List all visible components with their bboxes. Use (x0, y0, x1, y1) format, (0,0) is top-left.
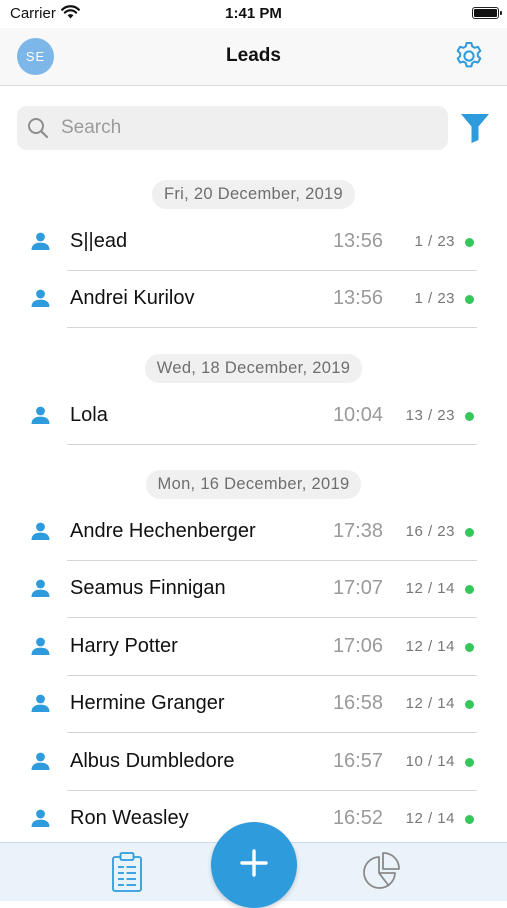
status-dot (465, 238, 474, 247)
search-icon (27, 117, 49, 144)
lead-name: Andrei Kurilov (70, 287, 195, 309)
lead-row[interactable]: Seamus Finnigan 17:07 12 / 14 (0, 561, 507, 618)
lead-progress-count: 10 / 14 (405, 753, 455, 770)
status-dot (465, 643, 474, 652)
lead-time: 17:07 (332, 577, 383, 599)
date-label: Wed, 18 December, 2019 (144, 354, 363, 383)
gear-icon[interactable] (453, 40, 485, 72)
lead-row[interactable]: Lola 10:04 13 / 23 (0, 388, 507, 445)
lead-progress-count: 12 / 14 (405, 580, 455, 597)
lead-progress-count: 1 / 23 (414, 233, 455, 250)
lead-row[interactable]: Andre Hechenberger 17:38 16 / 23 (0, 504, 507, 561)
lead-name: Hermine Granger (70, 692, 225, 714)
status-dot (465, 758, 474, 767)
person-icon (31, 809, 50, 833)
lead-row[interactable]: Hermine Granger 16:58 12 / 14 (0, 676, 507, 733)
lead-time: 13:56 (332, 230, 383, 252)
clipboard-icon[interactable] (111, 851, 143, 898)
plus-icon (239, 848, 269, 883)
status-dot (465, 585, 474, 594)
section-date-header: Fri, 20 December, 2019 (0, 180, 507, 209)
lead-time: 17:06 (332, 635, 383, 657)
lead-time: 13:56 (332, 287, 383, 309)
add-lead-button[interactable] (211, 822, 297, 908)
status-dot (465, 412, 474, 421)
person-icon (31, 406, 50, 430)
lead-name: Andre Hechenberger (70, 520, 256, 542)
filter-icon[interactable] (460, 112, 490, 149)
date-label: Mon, 16 December, 2019 (145, 470, 362, 499)
lead-progress-count: 13 / 23 (405, 407, 455, 424)
status-bar: Carrier 1:41 PM (0, 0, 507, 28)
person-icon (31, 289, 50, 313)
search-input[interactable] (61, 106, 441, 150)
lead-name: Seamus Finnigan (70, 577, 226, 599)
lead-progress-count: 12 / 14 (405, 810, 455, 827)
lead-row[interactable]: Albus Dumbledore 16:57 10 / 14 (0, 734, 507, 791)
lead-progress-count: 12 / 14 (405, 695, 455, 712)
row-divider (67, 732, 477, 733)
lead-time: 16:58 (332, 692, 383, 714)
lead-row[interactable]: Harry Potter 17:06 12 / 14 (0, 619, 507, 676)
lead-progress-count: 12 / 14 (405, 638, 455, 655)
person-icon (31, 637, 50, 661)
lead-row[interactable]: S||ead 13:56 1 / 23 (0, 214, 507, 271)
lead-time: 16:57 (332, 750, 383, 772)
lead-name: S||ead (70, 230, 128, 252)
status-dot (465, 815, 474, 824)
lead-name: Ron Weasley (70, 807, 189, 829)
date-label: Fri, 20 December, 2019 (151, 180, 356, 209)
person-icon (31, 232, 50, 256)
status-dot (465, 295, 474, 304)
lead-row[interactable]: Andrei Kurilov 13:56 1 / 23 (0, 271, 507, 328)
lead-progress-count: 16 / 23 (405, 523, 455, 540)
lead-time: 10:04 (332, 404, 383, 426)
lead-name: Lola (70, 404, 108, 426)
status-dot (465, 700, 474, 709)
page-title: Leads (226, 45, 281, 66)
person-icon (31, 522, 50, 546)
lead-progress-count: 1 / 23 (414, 290, 455, 307)
lead-time: 16:52 (332, 807, 383, 829)
lead-name: Harry Potter (70, 635, 178, 657)
battery-icon (472, 7, 502, 19)
clock: 1:41 PM (225, 5, 282, 22)
lead-time: 17:38 (332, 520, 383, 542)
status-dot (465, 528, 474, 537)
search-bar (17, 106, 448, 150)
row-divider (67, 617, 477, 618)
pie-chart-icon[interactable] (361, 851, 401, 896)
row-divider (67, 444, 477, 445)
person-icon (31, 752, 50, 776)
row-divider (67, 327, 477, 328)
section-date-header: Mon, 16 December, 2019 (0, 470, 507, 499)
navigation-bar: SE Leads (0, 28, 507, 86)
lead-name: Albus Dumbledore (70, 750, 235, 772)
section-date-header: Wed, 18 December, 2019 (0, 354, 507, 383)
person-icon (31, 694, 50, 718)
person-icon (31, 579, 50, 603)
